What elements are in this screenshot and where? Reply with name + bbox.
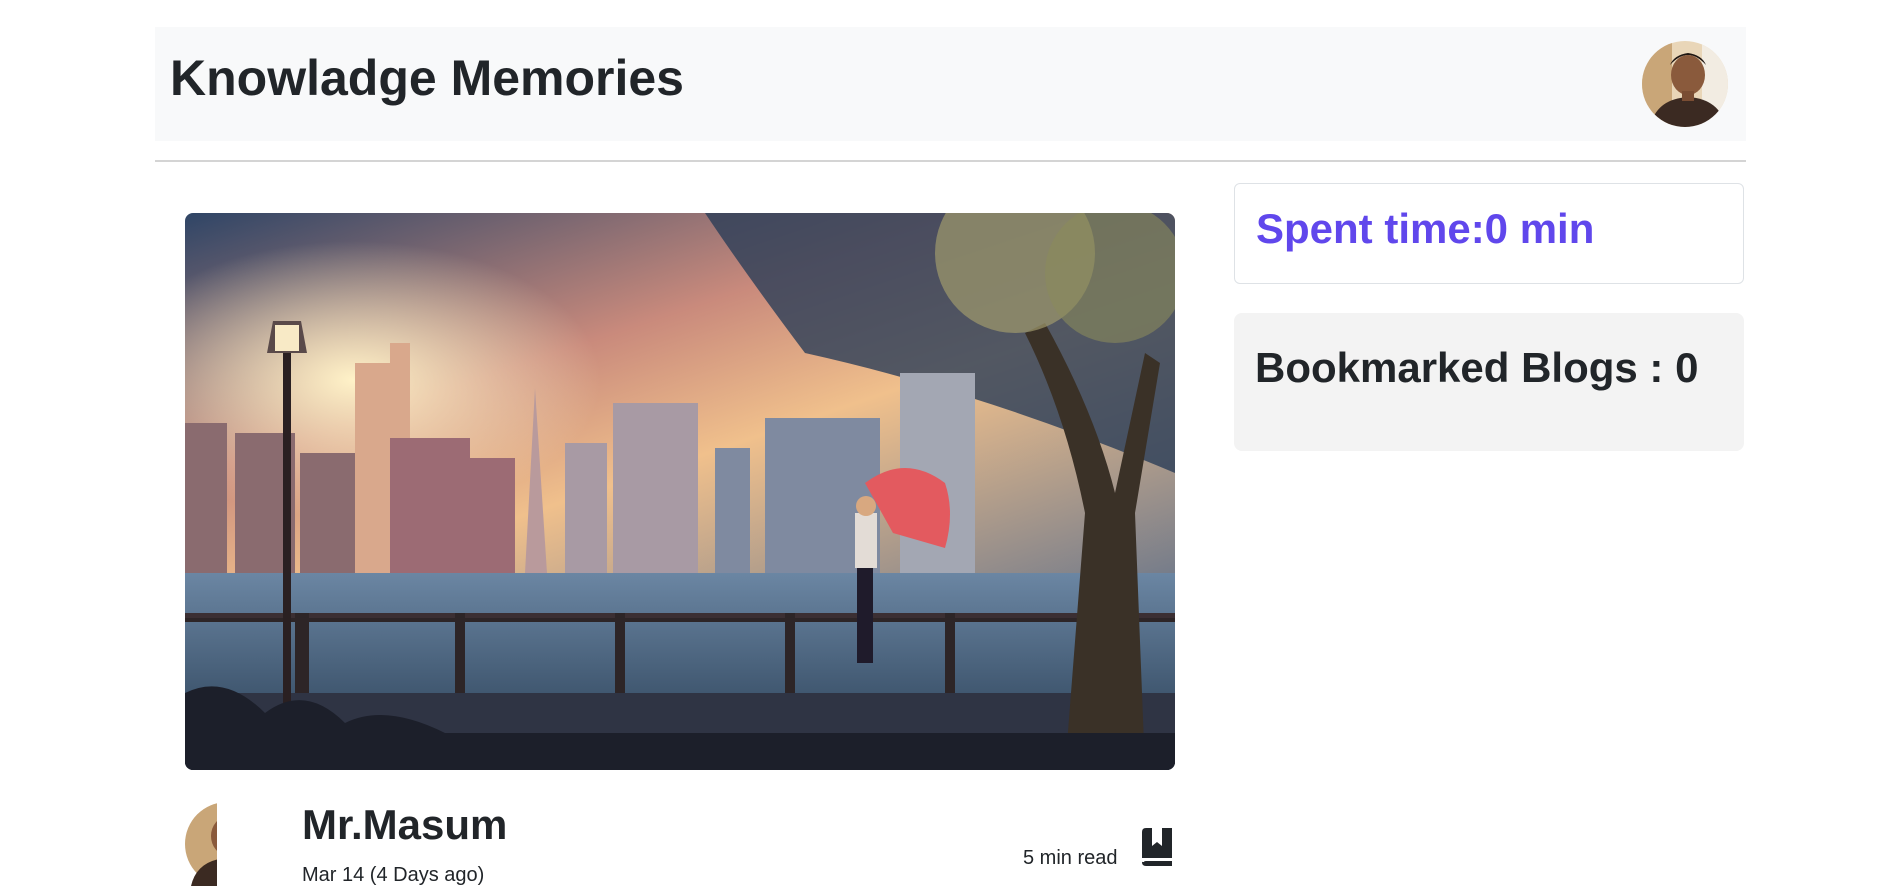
spent-time-card: Spent time:0 min (1234, 183, 1744, 284)
author-avatar-icon (185, 803, 217, 886)
site-title: Knowladge Memories (170, 50, 684, 106)
bookmarked-blogs-card: Bookmarked Blogs : 0 (1234, 313, 1744, 451)
bookmark-button[interactable] (1138, 828, 1176, 868)
author-name: Mr.Masum (302, 801, 508, 848)
spent-time: Spent time:0 min (1256, 205, 1595, 252)
bookmark-book-icon (1142, 828, 1172, 866)
bookmarked-blogs-count: Bookmarked Blogs : 0 (1255, 344, 1699, 391)
user-avatar[interactable] (1642, 41, 1728, 127)
city-riverside-illustration (185, 213, 1175, 770)
blog-cover-image (185, 213, 1175, 770)
read-time: 5 min read (1023, 847, 1118, 869)
post-date: Mar 14 (4 Days ago) (302, 864, 485, 886)
header-divider (155, 160, 1746, 162)
site-header: Knowladge Memories (155, 27, 1746, 141)
user-avatar-icon (1642, 41, 1728, 127)
author-avatar (185, 802, 217, 886)
